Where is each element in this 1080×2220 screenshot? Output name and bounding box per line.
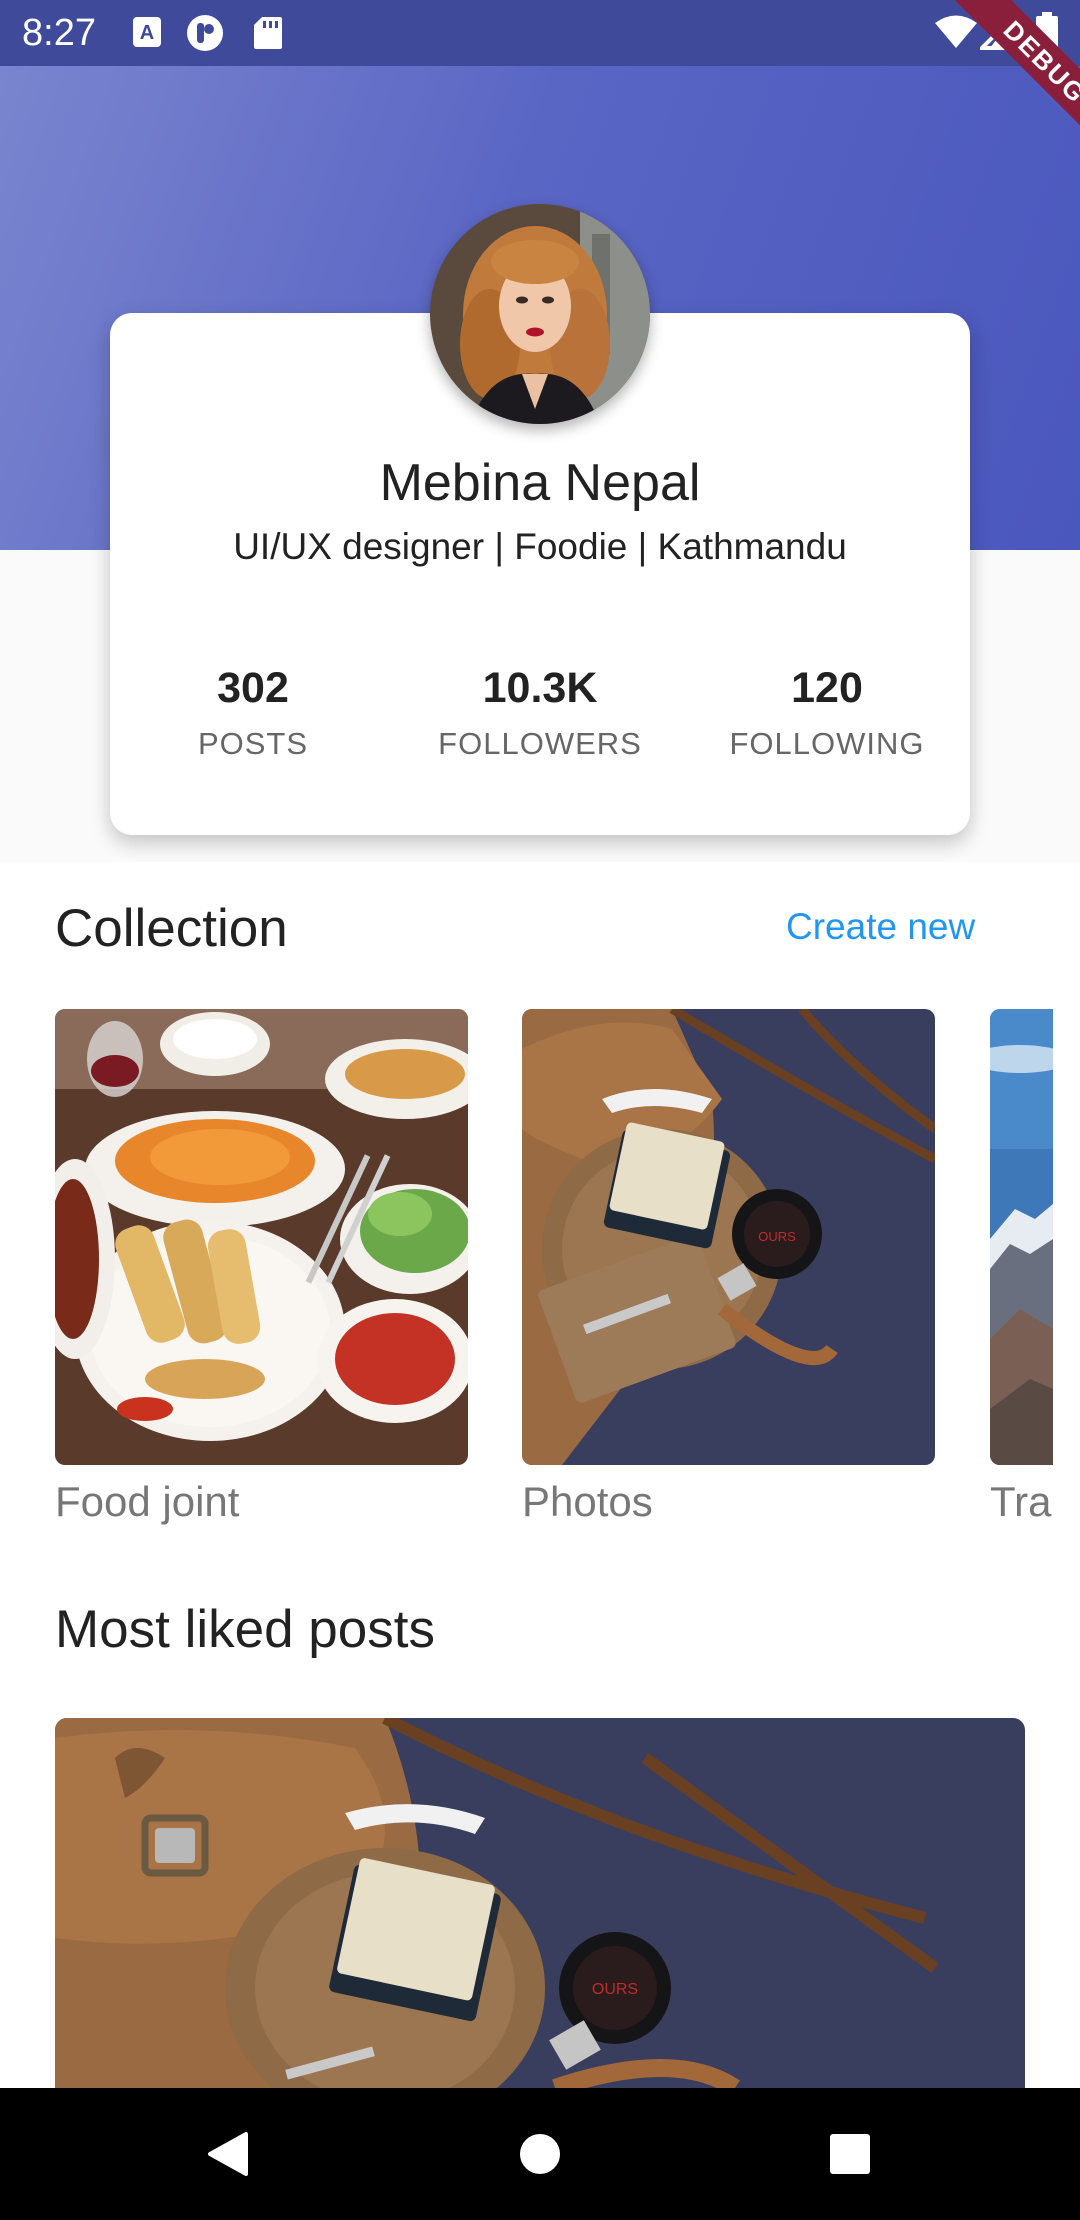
food-plate-photo: [55, 1009, 468, 1465]
wifi-icon: [935, 15, 977, 48]
pocket-casts-icon: [187, 15, 223, 51]
recents-icon[interactable]: [810, 2114, 890, 2194]
collection-item-photos[interactable]: OURS: [522, 1009, 935, 1465]
collection-item-food-joint[interactable]: [55, 1009, 468, 1465]
stat-label: POSTS: [197, 726, 309, 761]
leather-bag-photo: OURS: [55, 1718, 1025, 2088]
stat-following[interactable]: 120 FOLLOWING: [697, 660, 957, 762]
collection-label: Food joint: [55, 1478, 240, 1525]
sd-card-icon: [254, 17, 282, 49]
stat-value: 10.3K: [482, 664, 598, 712]
a-box-icon: A: [133, 17, 161, 47]
home-icon[interactable]: [500, 2114, 580, 2194]
collection-title: Collection: [55, 899, 288, 958]
profile-avatar[interactable]: [430, 204, 650, 424]
status-bar: 8:27 A: [0, 0, 1080, 66]
collection-label: Tra: [990, 1478, 1052, 1525]
profile-bio: UI/UX designer | Foodie | Kathmandu: [233, 526, 847, 567]
stat-value: 302: [217, 664, 289, 712]
most-liked-post[interactable]: OURS: [55, 1718, 1025, 2088]
most-liked-title: Most liked posts: [55, 1600, 435, 1659]
stat-followers[interactable]: 10.3K FOLLOWERS: [410, 660, 670, 762]
collection-label: Photos: [522, 1478, 653, 1525]
leather-bag-photo: OURS: [522, 1009, 935, 1465]
avatar-photo: [430, 204, 650, 424]
status-time: 8:27: [22, 12, 96, 54]
navigation-bar: [0, 2088, 1080, 2220]
profile-name: Mebina Nepal: [379, 454, 701, 512]
create-new-link[interactable]: Create new: [786, 906, 975, 948]
svg-text:OURS: OURS: [592, 1981, 638, 1998]
stat-value: 120: [791, 664, 863, 712]
stat-label: FOLLOWING: [729, 726, 925, 761]
mountain-landscape-photo: [990, 1009, 1053, 1465]
stat-label: FOLLOWERS: [438, 726, 642, 761]
back-icon[interactable]: [188, 2114, 268, 2194]
stat-posts[interactable]: 302 POSTS: [123, 660, 383, 762]
svg-text:OURS: OURS: [758, 1229, 796, 1244]
collection-item-travel[interactable]: [990, 1009, 1053, 1465]
svg-text:A: A: [140, 22, 154, 44]
